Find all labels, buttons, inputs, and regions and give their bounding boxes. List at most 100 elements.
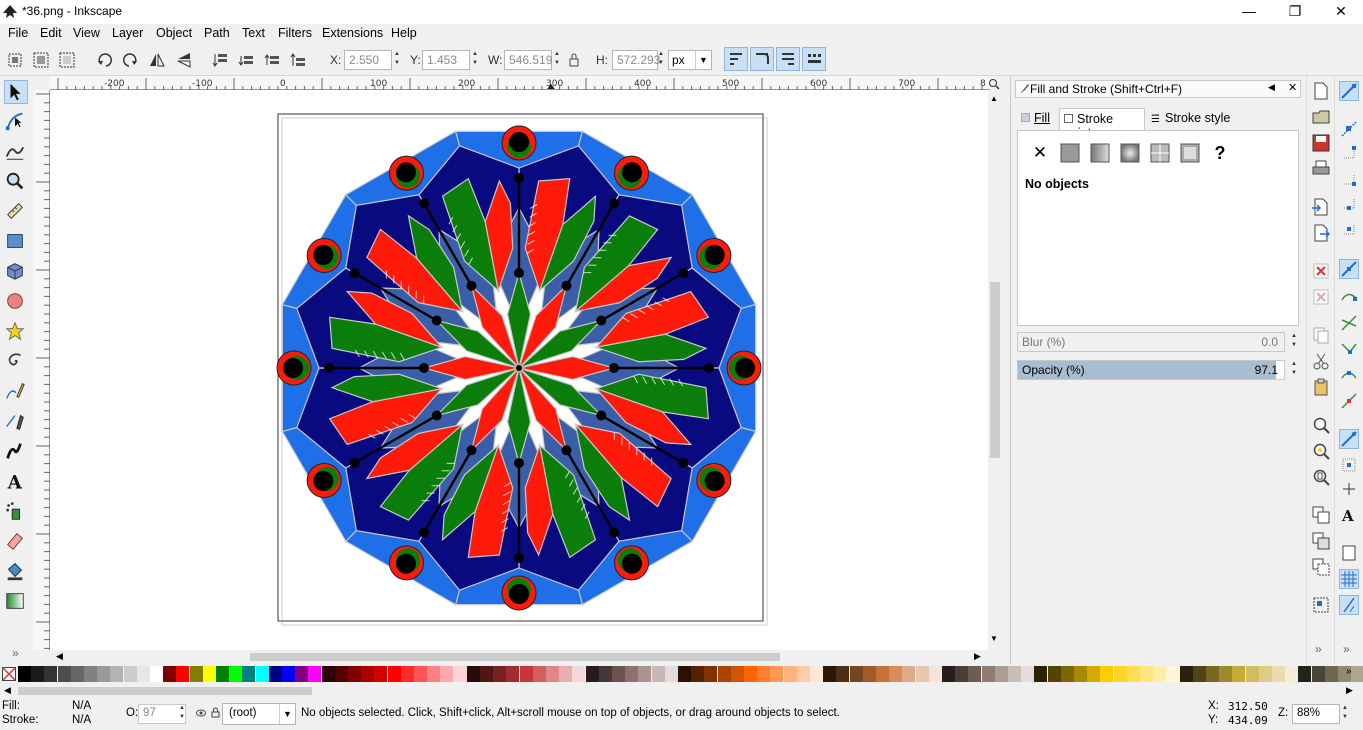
rim-circle-core[interactable] — [313, 245, 334, 265]
pen-tool[interactable] — [4, 410, 28, 434]
color-swatch[interactable] — [651, 666, 665, 682]
node-dot[interactable] — [349, 458, 360, 468]
select-all-icon[interactable] — [6, 51, 24, 69]
palette-scroll-right-icon[interactable]: ▶ — [1346, 685, 1353, 696]
node-dot[interactable] — [678, 268, 689, 278]
color-swatch[interactable] — [1179, 666, 1193, 682]
rim-circle-core[interactable] — [704, 471, 725, 491]
color-swatch[interactable] — [1153, 666, 1167, 682]
color-swatch[interactable] — [1219, 666, 1233, 682]
color-swatch[interactable] — [849, 666, 863, 682]
node-dot[interactable] — [431, 315, 442, 326]
spiral-tool[interactable] — [4, 350, 28, 374]
color-swatch[interactable] — [57, 666, 71, 682]
rim-circle-core[interactable] — [735, 358, 755, 378]
color-swatch[interactable] — [202, 666, 216, 682]
maximize-button[interactable]: ❐ — [1272, 0, 1318, 24]
snap-line-midpoints-icon[interactable] — [1340, 392, 1358, 410]
rim-circle-core[interactable] — [313, 471, 334, 491]
color-swatch[interactable] — [942, 666, 955, 682]
color-swatch[interactable] — [1140, 666, 1153, 682]
color-swatch[interactable] — [453, 666, 467, 682]
color-swatch[interactable] — [664, 666, 678, 682]
blur-stepper[interactable]: ▲ ▼ — [1289, 332, 1299, 352]
color-swatch[interactable] — [1074, 666, 1087, 682]
scroll-right-icon[interactable]: ▶ — [974, 651, 981, 662]
node-dot[interactable] — [514, 173, 524, 183]
copy-icon[interactable] — [1312, 326, 1330, 344]
node-dot[interactable] — [704, 363, 714, 373]
menu-edit[interactable]: Edit — [40, 26, 62, 40]
color-swatch[interactable] — [1034, 666, 1048, 682]
spray-tool[interactable] — [4, 500, 28, 524]
flat-color-button[interactable] — [1060, 143, 1080, 163]
color-swatch[interactable] — [18, 666, 31, 682]
color-swatch[interactable] — [704, 666, 718, 682]
color-swatch[interactable] — [770, 666, 784, 682]
color-swatch[interactable] — [1258, 666, 1272, 682]
color-swatch[interactable] — [31, 666, 45, 682]
menu-text[interactable]: Text — [242, 26, 265, 40]
snap-intersections-icon[interactable] — [1340, 314, 1358, 332]
color-swatch[interactable] — [981, 666, 995, 682]
snap-enable-icon[interactable] — [1339, 81, 1359, 101]
lower-icon[interactable] — [238, 51, 256, 69]
color-swatch[interactable] — [902, 666, 916, 682]
color-swatch[interactable] — [110, 666, 124, 682]
eraser-tool[interactable] — [4, 530, 28, 554]
node-dot[interactable] — [466, 280, 477, 291]
ellipse-tool[interactable] — [4, 290, 28, 314]
height-field[interactable]: 572.293 — [612, 50, 660, 70]
color-swatch[interactable] — [268, 666, 282, 682]
tweak-tool[interactable] — [4, 140, 28, 164]
paint-bucket-tool[interactable] — [4, 560, 28, 584]
color-swatch[interactable] — [282, 666, 295, 682]
color-swatch[interactable] — [255, 666, 269, 682]
rim-circle-core[interactable] — [396, 162, 416, 183]
new-document-icon[interactable] — [1312, 82, 1330, 100]
deselect-icon[interactable] — [58, 51, 76, 69]
redo-icon[interactable] — [1312, 288, 1330, 306]
node-dot[interactable] — [561, 280, 572, 291]
color-swatch[interactable] — [70, 666, 84, 682]
color-swatch[interactable] — [519, 666, 533, 682]
zoom-field[interactable]: 88% — [1292, 704, 1340, 724]
y-stepper[interactable]: ▲ ▼ — [470, 50, 480, 70]
color-swatch[interactable] — [1272, 666, 1285, 682]
blur-slider[interactable]: Blur (%) 0.0 — [1017, 332, 1285, 352]
node-dot[interactable] — [609, 198, 619, 209]
tab-stroke-style[interactable]: ☰ Stroke style — [1147, 108, 1241, 130]
cut-icon[interactable] — [1312, 352, 1330, 370]
layer-select[interactable]: (root) ▼ — [222, 703, 296, 725]
zoom-tool[interactable] — [4, 170, 28, 194]
canvas[interactable] — [50, 90, 988, 650]
color-swatch[interactable] — [1245, 666, 1259, 682]
color-swatch[interactable] — [968, 666, 982, 682]
color-swatch[interactable] — [400, 666, 414, 682]
select-all-layers-icon[interactable] — [32, 51, 50, 69]
color-swatch[interactable] — [334, 666, 348, 682]
node-dot[interactable] — [514, 553, 524, 563]
3d-box-tool[interactable] — [4, 260, 28, 284]
snap-smooth-nodes-icon[interactable] — [1340, 366, 1358, 384]
color-swatch[interactable] — [480, 666, 493, 682]
dock-close-icon[interactable]: ✕ — [1288, 81, 1297, 94]
menu-file[interactable]: File — [8, 26, 28, 40]
color-swatch[interactable] — [1192, 666, 1206, 682]
snap-bbox-edges-icon[interactable] — [1340, 144, 1358, 162]
rim-circle-core[interactable] — [509, 132, 529, 152]
minimize-button[interactable]: — — [1226, 0, 1272, 24]
x-field[interactable]: 2.550 — [344, 50, 392, 70]
tab-stroke-paint[interactable]: Stroke paint — [1059, 108, 1145, 140]
import-icon[interactable] — [1312, 198, 1330, 216]
flip-vertical-icon[interactable] — [175, 51, 193, 69]
scroll-left-icon[interactable]: ◀ — [56, 651, 63, 662]
color-swatch[interactable] — [229, 666, 243, 682]
mandala-artwork[interactable] — [276, 125, 762, 611]
node-dot[interactable] — [678, 458, 689, 468]
color-swatch[interactable] — [994, 666, 1008, 682]
scale-corners-toggle[interactable] — [750, 47, 774, 71]
open-icon[interactable] — [1312, 108, 1330, 126]
color-swatch[interactable] — [889, 666, 903, 682]
palette-menu-icon[interactable]: » — [1346, 666, 1352, 677]
